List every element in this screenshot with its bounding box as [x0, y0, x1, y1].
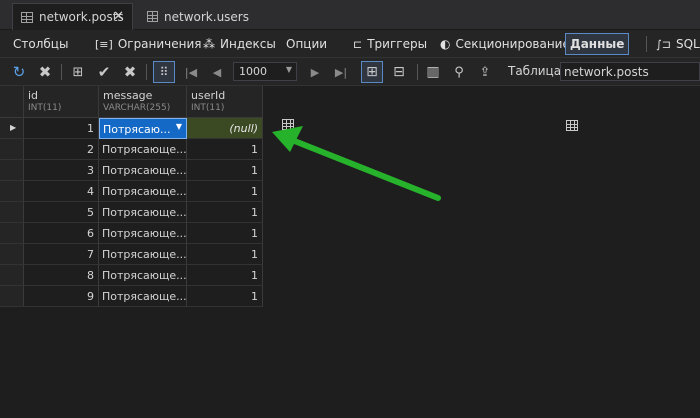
sql-icon: ∫⊐ — [656, 37, 671, 51]
cell-message[interactable]: Потрясающе... — [99, 202, 187, 223]
column-header-message[interactable]: message VARCHAR(255) — [99, 86, 187, 118]
add-row-icon[interactable]: ⊞ — [67, 61, 89, 83]
tab-partitioning[interactable]: ◐ Секционирование — [436, 33, 574, 55]
first-page-icon[interactable]: |◀ — [180, 61, 202, 83]
cell-message[interactable]: Потрясающе... — [99, 286, 187, 307]
apply-icon[interactable]: ✔ — [93, 61, 115, 83]
cell-message[interactable]: Потрясающе... — [99, 265, 187, 286]
cell-userid[interactable]: 1 — [187, 286, 263, 307]
cell-message[interactable]: Потрясающе... — [99, 244, 187, 265]
editor-tab-strip: network.posts ✕ network.users — [0, 0, 700, 30]
form-view-icon[interactable]: ⊟ — [388, 61, 410, 83]
cell-id[interactable]: 9 — [24, 286, 99, 307]
tab-label: network.users — [164, 9, 249, 24]
partitioning-icon: ◐ — [440, 36, 451, 51]
row-header[interactable] — [0, 139, 24, 160]
options-icon — [282, 119, 294, 130]
row-header[interactable] — [0, 265, 24, 286]
search-icon[interactable]: ⚲ — [448, 61, 470, 83]
tab-options[interactable]: Опции — [282, 33, 331, 130]
cell-id[interactable]: 3 — [24, 160, 99, 181]
tab-triggers[interactable]: ⊏ Триггеры — [349, 33, 431, 55]
current-row-icon: ▶ — [10, 123, 17, 132]
data-grid-icon — [566, 120, 578, 131]
corner-header — [0, 86, 24, 118]
row-header[interactable]: ▶ — [0, 118, 24, 139]
page-size-select[interactable]: 1000 ▼ — [233, 62, 297, 81]
triggers-icon: ⊏ — [353, 37, 363, 51]
toolbar-separator — [146, 64, 147, 80]
cell-id[interactable]: 5 — [24, 202, 99, 223]
row-header[interactable] — [0, 286, 24, 307]
filter-icon[interactable]: ⠿ — [153, 61, 175, 83]
row-header[interactable] — [0, 244, 24, 265]
cell-id[interactable]: 4 — [24, 181, 99, 202]
cell-id[interactable]: 1 — [24, 118, 99, 139]
tab-indexes[interactable]: ⁂ Индексы — [199, 33, 280, 55]
indexes-icon: ⁂ — [203, 36, 215, 51]
cell-message[interactable]: Потрясающе... — [99, 160, 187, 181]
toolbar-separator — [646, 36, 647, 52]
cell-id[interactable]: 8 — [24, 265, 99, 286]
tab-network-users[interactable]: network.users — [139, 3, 249, 30]
constraints-icon: [≡] — [95, 37, 113, 51]
row-header[interactable] — [0, 223, 24, 244]
tab-sql[interactable]: ∫⊐ SQL — [652, 33, 700, 55]
tab-label: network.posts — [39, 10, 124, 24]
cell-userid[interactable]: 1 — [187, 265, 263, 286]
tab-columns[interactable]: Столбцы — [9, 33, 72, 130]
close-icon[interactable]: ✕ — [113, 9, 124, 24]
last-page-icon[interactable]: ▶| — [330, 61, 352, 83]
cell-message[interactable]: Потрясающе... — [99, 139, 187, 160]
cell-userid[interactable]: 1 — [187, 202, 263, 223]
row-header[interactable] — [0, 181, 24, 202]
table-label: Таблица — [508, 64, 562, 78]
chevron-down-icon: ▼ — [285, 65, 292, 74]
chevron-down-icon[interactable]: ▼ — [176, 122, 182, 131]
grid-view-icon[interactable]: ⊞ — [361, 61, 383, 83]
table-icon — [21, 11, 33, 23]
cell-userid[interactable]: 1 — [187, 244, 263, 265]
toolbar-separator — [61, 64, 62, 80]
cell-message[interactable]: Потрясающе... — [99, 223, 187, 244]
prev-page-icon[interactable]: ◀ — [206, 61, 228, 83]
export-icon[interactable]: ⇪ — [474, 61, 496, 83]
cell-message[interactable]: Потрясающе... — [99, 181, 187, 202]
column-header-userid[interactable]: userId INT(11) — [187, 86, 263, 118]
toolbar-separator — [417, 64, 418, 80]
cell-userid[interactable]: 1 — [187, 181, 263, 202]
next-page-icon[interactable]: ▶ — [304, 61, 326, 83]
row-header[interactable] — [0, 202, 24, 223]
row-header[interactable] — [0, 160, 24, 181]
cell-message-editor[interactable]: Потрясаю... ▼ — [99, 118, 187, 139]
sections-toolbar: Столбцы [≡] Ограничения ⁂ Индексы Опции ⊏ Т… — [0, 30, 700, 131]
cell-id[interactable]: 6 — [24, 223, 99, 244]
table-name-field[interactable]: network.posts — [560, 62, 700, 81]
cell-userid-null[interactable]: (null) — [187, 118, 263, 139]
tab-network-posts[interactable]: network.posts ✕ — [12, 3, 133, 30]
tab-constraints[interactable]: [≡] Ограничения — [91, 33, 206, 55]
cell-userid[interactable]: 1 — [187, 223, 263, 244]
column-header-id[interactable]: id INT(11) — [24, 86, 99, 118]
stop-icon[interactable]: ✖ — [34, 61, 56, 83]
table-icon — [147, 11, 159, 22]
cell-id[interactable]: 2 — [24, 139, 99, 160]
cell-id[interactable]: 7 — [24, 244, 99, 265]
discard-icon[interactable]: ✖ — [119, 61, 141, 83]
refresh-icon[interactable]: ↻ — [8, 61, 30, 83]
columns-view-icon[interactable]: ▥ — [422, 61, 444, 83]
cell-userid[interactable]: 1 — [187, 160, 263, 181]
cell-userid[interactable]: 1 — [187, 139, 263, 160]
tab-data[interactable]: Данные — [565, 33, 630, 131]
